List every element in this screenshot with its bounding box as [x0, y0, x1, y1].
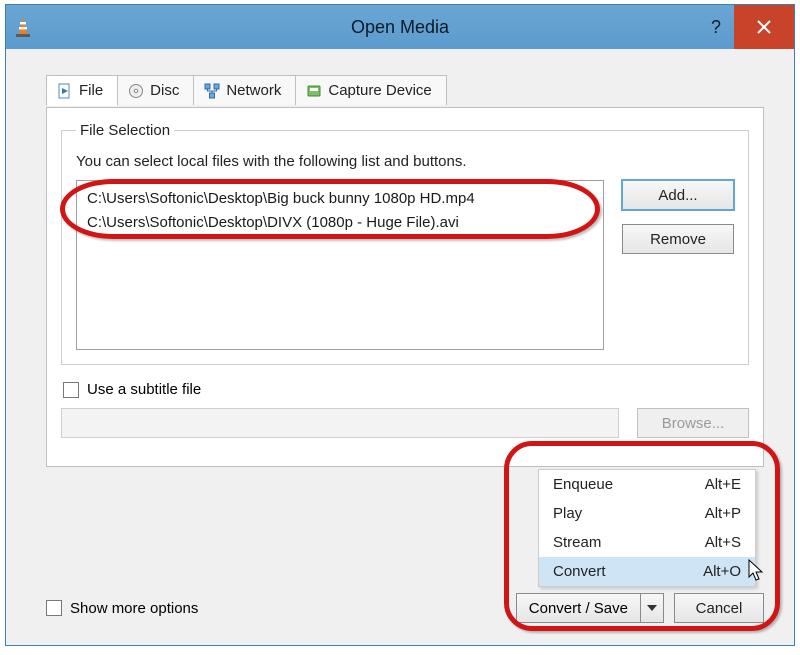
help-button[interactable]: ? [698, 17, 734, 38]
tab-capture-device-label: Capture Device [328, 82, 431, 99]
show-more-label: Show more options [70, 600, 198, 617]
file-icon [57, 83, 73, 99]
menu-item-label: Enqueue [553, 476, 613, 493]
convert-save-button[interactable]: Convert / Save [516, 593, 640, 623]
menu-item-shortcut: Alt+O [703, 563, 741, 580]
list-item[interactable]: C:\Users\Softonic\Desktop\DIVX (1080p - … [87, 211, 593, 235]
capture-device-icon [306, 83, 322, 99]
chevron-down-icon [647, 605, 657, 611]
tab-network[interactable]: Network [193, 75, 296, 105]
menu-item-shortcut: Alt+P [705, 505, 741, 522]
menu-item-label: Convert [553, 563, 606, 580]
convert-save-dropdown[interactable] [640, 593, 664, 623]
subtitle-path-field [61, 408, 619, 438]
remove-button[interactable]: Remove [622, 224, 734, 254]
add-button[interactable]: Add... [622, 180, 734, 210]
convert-save-split-button[interactable]: Convert / Save [516, 593, 664, 623]
menu-item-label: Play [553, 505, 582, 522]
disc-icon [128, 83, 144, 99]
close-button[interactable] [734, 5, 794, 49]
titlebar: Open Media ? [6, 5, 794, 49]
cursor-icon [748, 559, 766, 583]
close-icon [757, 20, 771, 34]
file-panel: File Selection You can select local file… [46, 107, 764, 467]
tab-disc[interactable]: Disc [117, 75, 194, 105]
menu-item-shortcut: Alt+S [705, 534, 741, 551]
convert-save-menu: Enqueue Alt+E Play Alt+P Stream Alt+S Co… [538, 469, 756, 587]
tabstrip: File Disc Network Capture Device [46, 75, 764, 105]
menu-item-convert[interactable]: Convert Alt+O [539, 557, 755, 586]
subtitle-label: Use a subtitle file [87, 381, 201, 398]
list-item[interactable]: C:\Users\Softonic\Desktop\Big buck bunny… [87, 187, 593, 211]
show-more-checkbox[interactable] [46, 600, 62, 616]
dialog-bottom: Show more options Convert / Save Cancel [46, 593, 764, 623]
cancel-button[interactable]: Cancel [674, 593, 764, 623]
window-title: Open Media [351, 17, 449, 38]
convert-save-label: Convert / Save [529, 600, 628, 617]
menu-item-enqueue[interactable]: Enqueue Alt+E [539, 470, 755, 499]
tab-capture-device[interactable]: Capture Device [295, 75, 446, 105]
tab-network-label: Network [226, 82, 281, 99]
tab-file[interactable]: File [46, 75, 118, 106]
open-media-dialog: Open Media ? File Disc [5, 4, 795, 646]
menu-item-play[interactable]: Play Alt+P [539, 499, 755, 528]
vlc-cone-icon [6, 16, 40, 38]
menu-item-shortcut: Alt+E [705, 476, 741, 493]
tab-disc-label: Disc [150, 82, 179, 99]
menu-item-label: Stream [553, 534, 601, 551]
tab-file-label: File [79, 82, 103, 99]
subtitle-checkbox[interactable] [63, 382, 79, 398]
file-selection-group: File Selection You can select local file… [61, 122, 749, 365]
file-selection-legend: File Selection [76, 122, 174, 139]
network-icon [204, 83, 220, 99]
file-list[interactable]: C:\Users\Softonic\Desktop\Big buck bunny… [76, 180, 604, 350]
browse-button: Browse... [637, 408, 749, 438]
file-selection-hint: You can select local files with the foll… [76, 153, 734, 170]
menu-item-stream[interactable]: Stream Alt+S [539, 528, 755, 557]
